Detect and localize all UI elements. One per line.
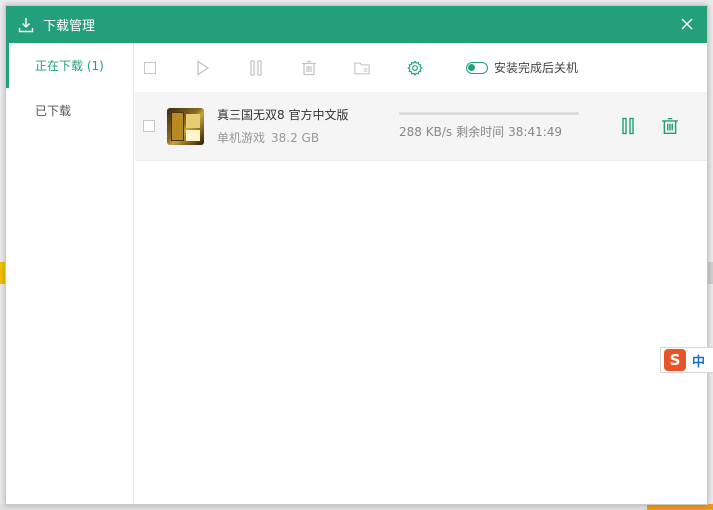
sidebar-item-label: 正在下载 (1): [35, 59, 104, 73]
play-icon[interactable]: [195, 59, 211, 76]
sidebar: 正在下载 (1) 已下载: [6, 43, 134, 504]
gear-icon[interactable]: [407, 60, 423, 76]
close-icon[interactable]: [677, 14, 697, 34]
download-category: 单机游戏: [217, 131, 266, 145]
download-meta: 单机游戏 38.2 GB: [217, 129, 399, 146]
sidebar-item-downloaded[interactable]: 已下载: [6, 88, 133, 133]
download-info: 真三国无双8 官方中文版 单机游戏 38.2 GB: [217, 106, 399, 146]
ime-toolbar[interactable]: S 中: [660, 347, 713, 373]
select-all-checkbox[interactable]: [144, 61, 156, 74]
toggle-switch[interactable]: [466, 61, 488, 74]
remaining-label: 剩余时间: [456, 125, 505, 139]
progress-area: 288 KB/s 剩余时间 38:41:49: [399, 112, 579, 140]
remaining-time: 38:41:49: [508, 125, 563, 139]
row-actions: [595, 92, 679, 160]
toolbar: 安装完成后关机: [135, 43, 707, 92]
download-row[interactable]: 真三国无双8 官方中文版 单机游戏 38.2 GB 288 KB/s 剩余时间 38:…: [135, 92, 707, 161]
title-bar: 下载管理: [6, 6, 707, 43]
sidebar-item-downloading[interactable]: 正在下载 (1): [6, 43, 133, 88]
trash-icon[interactable]: [661, 117, 679, 135]
progress-bar: [399, 112, 579, 115]
pause-icon[interactable]: [619, 117, 637, 135]
download-speed: 288 KB/s: [399, 125, 453, 139]
folder-icon[interactable]: [354, 60, 370, 76]
ime-mode[interactable]: 中: [692, 351, 705, 370]
window-title: 下载管理: [43, 19, 96, 34]
shutdown-after-install-toggle[interactable]: 安装完成后关机: [466, 59, 578, 76]
download-icon: [18, 17, 34, 33]
download-status: 288 KB/s 剩余时间 38:41:49: [399, 123, 579, 140]
trash-icon[interactable]: [301, 60, 317, 76]
download-list-panel: 安装完成后关机 真三国无双8 官方中文版 单机游戏 38.2 GB 288 KB/…: [135, 43, 707, 504]
game-cover-icon: [167, 107, 204, 145]
row-checkbox[interactable]: [143, 120, 155, 132]
sidebar-item-label: 已下载: [35, 104, 72, 118]
download-name: 真三国无双8 官方中文版: [217, 108, 349, 122]
toggle-label: 安装完成后关机: [494, 61, 579, 75]
sogou-logo-icon: S: [664, 349, 686, 371]
download-size: 38.2 GB: [271, 131, 320, 145]
pause-icon[interactable]: [248, 59, 264, 76]
download-manager-window: 下载管理 正在下载 (1) 已下载 安装完成后关机 真三国无双8 官方中文版 单…: [5, 5, 708, 505]
